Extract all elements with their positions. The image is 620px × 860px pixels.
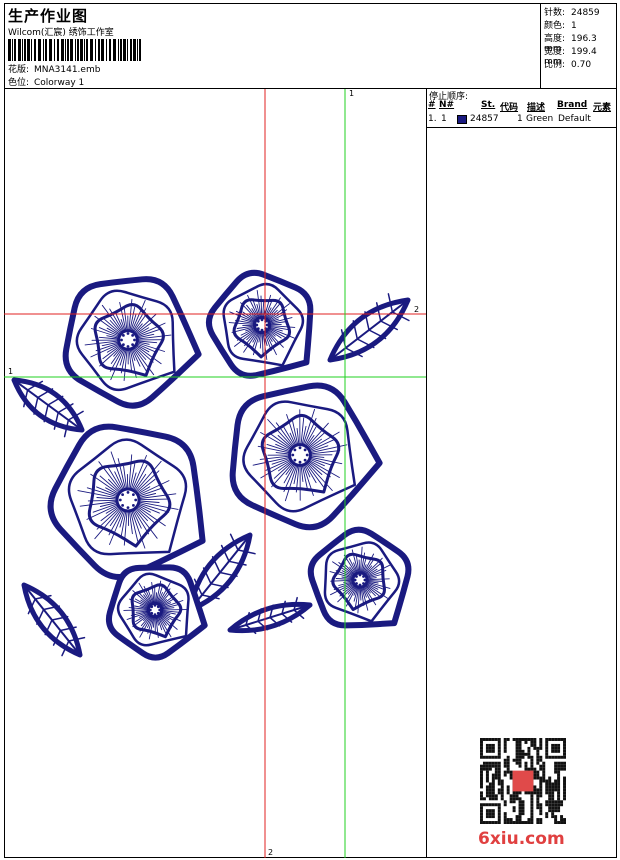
design-file-row: 花版: MNA3141.emb — [8, 62, 100, 75]
guide-label-v2: 2 — [268, 848, 274, 857]
colorway-row: 色位: Colorway 1 — [8, 75, 84, 88]
table-separator — [427, 127, 616, 128]
colorway-label: 色位: — [8, 78, 30, 88]
spec-colors: 颜色: 1 — [544, 21, 577, 31]
watermark-text: 6xiu.com — [478, 829, 565, 849]
page-title: 生产作业图 — [8, 7, 89, 25]
qr-code — [480, 738, 566, 824]
barcode — [8, 39, 141, 61]
qr-logo-icon — [512, 770, 534, 792]
guide-label-h1: 1 — [8, 367, 14, 376]
spec-scale: 比例: 0.70 — [544, 60, 592, 70]
design-file-label: 花版: — [8, 65, 30, 75]
design-file-name: MNA3141.emb — [34, 65, 101, 75]
stop-sequence-header: # N# St. 代码 描述 Brand 元素 — [428, 100, 612, 113]
studio-name: Wilcom(汇宸) 绣饰工作室 — [8, 28, 114, 38]
table-row: 1. 1 24857 1 Green Default — [428, 114, 591, 124]
colorway-name: Colorway 1 — [34, 78, 85, 88]
document-header: 生产作业图 Wilcom(汇宸) 绣饰工作室 花版: MNA3141.emb 色位… — [4, 3, 617, 89]
guide-label-v1: 1 — [349, 89, 355, 98]
header-divider — [540, 3, 541, 89]
guide-label-h2: 2 — [414, 305, 420, 314]
spec-stitches: 针数: 24859 — [544, 8, 600, 18]
color-swatch — [457, 115, 467, 124]
